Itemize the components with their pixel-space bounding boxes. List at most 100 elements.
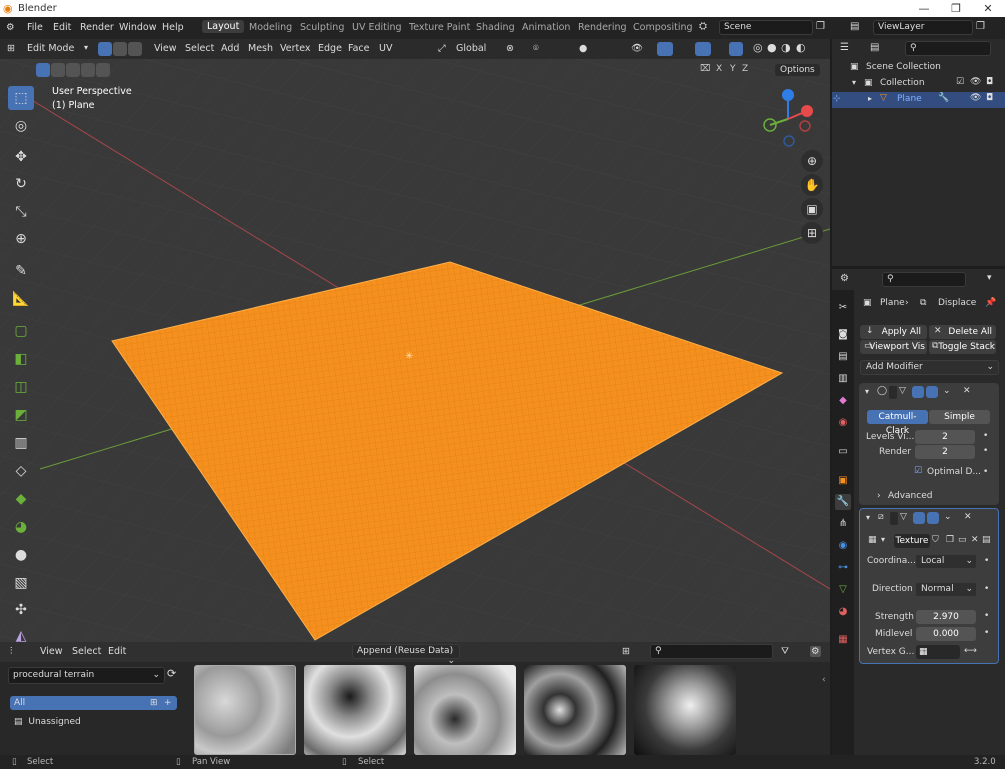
dropdown-chevron-icon[interactable]: ⌄ [944, 512, 952, 522]
direction-dropdown[interactable]: Normal ⌄ [915, 582, 977, 597]
plane-row[interactable]: ▸ ▽ Plane 🔧 👁 ◘ [832, 92, 1005, 108]
particles-tab-icon[interactable]: ⋔ [835, 516, 851, 532]
asset-category-unassigned[interactable]: ▤ Unassigned [14, 715, 174, 729]
modifier-name-field[interactable] [889, 386, 897, 399]
scene-field[interactable]: Scene [719, 20, 813, 35]
asset-menu-select[interactable]: Select [72, 646, 101, 657]
overlay-toggle-button[interactable] [695, 42, 711, 56]
select-intersect-mode-button[interactable] [96, 63, 110, 77]
display-mode-icon[interactable]: ⊞ [622, 646, 630, 657]
toggle-stack-button[interactable]: Toggle Stack [929, 340, 996, 354]
render-camera-icon[interactable]: ◘ [986, 93, 993, 103]
remove-modifier-icon[interactable]: ✕ [964, 512, 972, 522]
render-levels-field[interactable]: 2 [915, 445, 975, 459]
mode-selector[interactable]: Edit Mode [27, 43, 74, 54]
shrink-tool-icon[interactable]: ✣ [8, 598, 34, 622]
duplicate-texture-icon[interactable]: ❐ [946, 535, 954, 545]
move-tool-icon[interactable]: ✥ [8, 145, 34, 169]
optimal-display-checkbox[interactable]: ☑ [914, 466, 922, 476]
inset-tool-icon[interactable]: ◫ [8, 375, 34, 399]
visibility-eye-icon[interactable]: 👁 [970, 93, 981, 103]
loop-cut-tool-icon[interactable]: ▥ [8, 431, 34, 455]
select-box-mode-button[interactable] [36, 63, 50, 77]
modifier-name-field[interactable] [890, 512, 898, 525]
unlink-texture-icon[interactable]: ✕ [971, 535, 979, 545]
select-tool-icon[interactable]: ⬚ [8, 86, 34, 110]
invert-vertex-group-icon[interactable]: ⟷ [964, 646, 977, 656]
wireframe-shading-icon[interactable]: ◎ [753, 41, 763, 54]
menu-face[interactable]: Face [348, 43, 369, 54]
tab-uv-editing[interactable]: UV Editing [352, 22, 402, 33]
outliner-editor-icon[interactable]: ☰ [840, 42, 849, 53]
mirror-icon[interactable]: ⌧ [700, 64, 710, 74]
edge-select-button[interactable] [113, 42, 127, 56]
tool-tab-icon[interactable]: ✂ [835, 300, 851, 316]
menu-edit[interactable]: Edit [53, 22, 71, 33]
levels-viewport-field[interactable]: 2 [915, 430, 975, 444]
texture-name-field[interactable]: Texture [894, 534, 930, 548]
scene-tab-icon[interactable]: ◆ [835, 393, 851, 409]
transform-orientation-icon[interactable]: ⤢ [438, 43, 446, 54]
new-viewlayer-icon[interactable]: ❐ [976, 21, 985, 32]
viewport-toggle-button[interactable] [912, 386, 924, 398]
face-select-button[interactable] [128, 42, 142, 56]
catmull-clark-tab[interactable]: Catmull-Clark [867, 410, 928, 436]
refresh-library-icon[interactable]: ⟳ [167, 667, 176, 680]
menu-uv[interactable]: UV [379, 43, 392, 54]
smooth-tool-icon[interactable]: ● [8, 543, 34, 567]
zoom-icon[interactable]: ⊕ [801, 150, 823, 172]
mode-chevron-icon[interactable]: ▾ [84, 43, 88, 52]
cursor-tool-icon[interactable]: ◎ [8, 114, 34, 138]
properties-search-input[interactable]: ⚲ [882, 272, 966, 287]
poly-build-tool-icon[interactable]: ◆ [8, 487, 34, 511]
xray-toggle-button[interactable] [729, 42, 743, 56]
asset-editor-icon[interactable]: ⫶ [10, 646, 12, 657]
tab-animation[interactable]: Animation [522, 22, 570, 33]
asset-thumbnail[interactable] [194, 665, 296, 755]
spin-tool-icon[interactable]: ◕ [8, 515, 34, 539]
add-cube-tool-icon[interactable]: ▢ [8, 319, 34, 343]
texture-properties-icon[interactable]: ▤ [982, 535, 991, 545]
tab-texture-paint[interactable]: Texture Paint [409, 22, 470, 33]
scale-tool-icon[interactable]: ⤡ [8, 200, 34, 224]
fake-user-shield-icon[interactable]: ⛉ [932, 535, 939, 545]
outliner-search-input[interactable]: ⚲ [905, 41, 991, 56]
keyframe-dot-icon[interactable]: • [983, 467, 988, 477]
world-tab-icon[interactable]: ◉ [835, 415, 851, 431]
viewlayer-icon[interactable]: ▤ [850, 21, 859, 32]
select-extend-mode-button[interactable] [51, 63, 65, 77]
asset-search-input[interactable]: ⚲ [650, 644, 773, 659]
3d-viewport[interactable]: ✳ User Perspective (1) Plane ⊕ ✋ ▣ ⊞ ⌧ X… [0, 59, 830, 642]
minimize-button[interactable]: — [908, 0, 940, 17]
advanced-subpanel-label[interactable]: Advanced [888, 491, 932, 501]
visibility-eye-icon[interactable]: 👁 [970, 77, 981, 87]
menu-vertex[interactable]: Vertex [280, 43, 311, 54]
texture-checker-icon[interactable]: ▦ [868, 535, 877, 545]
tab-layout[interactable]: Layout [202, 20, 245, 33]
menu-file[interactable]: File [27, 22, 43, 33]
material-shading-icon[interactable]: ◑ [781, 41, 791, 54]
tab-modeling[interactable]: Modeling [249, 22, 292, 33]
expand-chevron-icon[interactable]: ▸ [868, 94, 872, 103]
menu-select[interactable]: Select [185, 43, 214, 54]
menu-window[interactable]: Window [119, 22, 156, 33]
measure-tool-icon[interactable]: 📐 [8, 287, 34, 311]
asset-category-all[interactable]: All ⊞ + [10, 696, 177, 710]
rendered-shading-icon[interactable]: ◐ [796, 41, 806, 54]
asset-thumbnail[interactable] [304, 665, 406, 755]
settings-gear-icon[interactable]: ⚙ [810, 646, 821, 657]
constraints-tab-icon[interactable]: ⊶ [835, 560, 851, 576]
viewport-toggle-button[interactable] [913, 512, 925, 524]
browse-folder-icon[interactable]: ▭ [958, 535, 967, 545]
collection-tab-icon[interactable]: ▭ [835, 444, 851, 460]
object-tab-icon[interactable]: ▣ [835, 473, 851, 489]
camera-view-icon[interactable]: ▣ [801, 198, 823, 220]
asset-thumbnail[interactable] [524, 665, 626, 755]
transform-tool-icon[interactable]: ⊕ [8, 227, 34, 251]
collapse-chevron-icon[interactable]: ▾ [866, 513, 870, 522]
menu-render[interactable]: Render [80, 22, 114, 33]
keyframe-dot-icon[interactable]: • [984, 556, 989, 566]
collection-checkbox[interactable]: ☑ [956, 77, 964, 87]
menu-add[interactable]: Add [221, 43, 239, 54]
asset-menu-view[interactable]: View [40, 646, 63, 657]
